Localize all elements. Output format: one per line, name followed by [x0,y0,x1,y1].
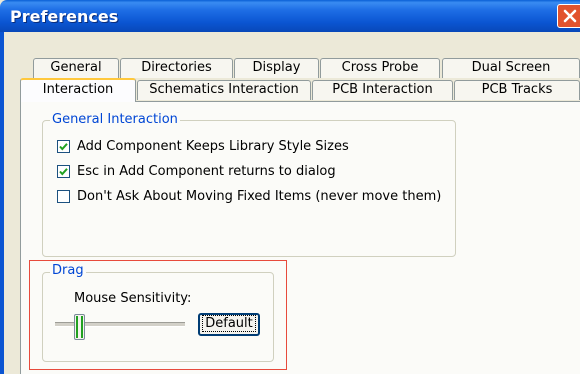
tab-pcb-tracks[interactable]: PCB Tracks [454,80,580,100]
title-bar[interactable]: Preferences [0,0,580,32]
preferences-dialog: Preferences General Directories Display … [0,0,580,374]
option-label: Esc in Add Component returns to dialog [77,164,336,179]
close-button[interactable] [557,4,580,28]
general-interaction-legend: General Interaction [50,112,180,127]
option-label: Add Component Keeps Library Style Sizes [77,139,349,154]
checkmark-icon [59,143,68,151]
checkbox-keep-library-sizes[interactable] [57,140,70,153]
tab-display[interactable]: Display [234,58,319,78]
checkbox-esc-returns-dialog[interactable] [57,165,70,178]
checkbox-dont-ask-fixed-items[interactable] [57,190,70,203]
checkmark-icon [59,168,68,176]
tab-schematics-interaction[interactable]: Schematics Interaction [137,80,311,100]
highlight-annotation [29,260,287,370]
tab-interaction[interactable]: Interaction [20,78,136,102]
window-frame-left [0,32,4,374]
tab-dual-screen[interactable]: Dual Screen [442,58,580,78]
tab-directories[interactable]: Directories [120,58,233,78]
tab-general[interactable]: General [33,58,119,78]
tab-pcb-interaction[interactable]: PCB Interaction [312,80,453,100]
window-title: Preferences [10,7,119,26]
tab-cross-probe[interactable]: Cross Probe [320,58,440,78]
option-label: Don't Ask About Moving Fixed Items (neve… [77,189,442,204]
close-icon [563,9,577,23]
